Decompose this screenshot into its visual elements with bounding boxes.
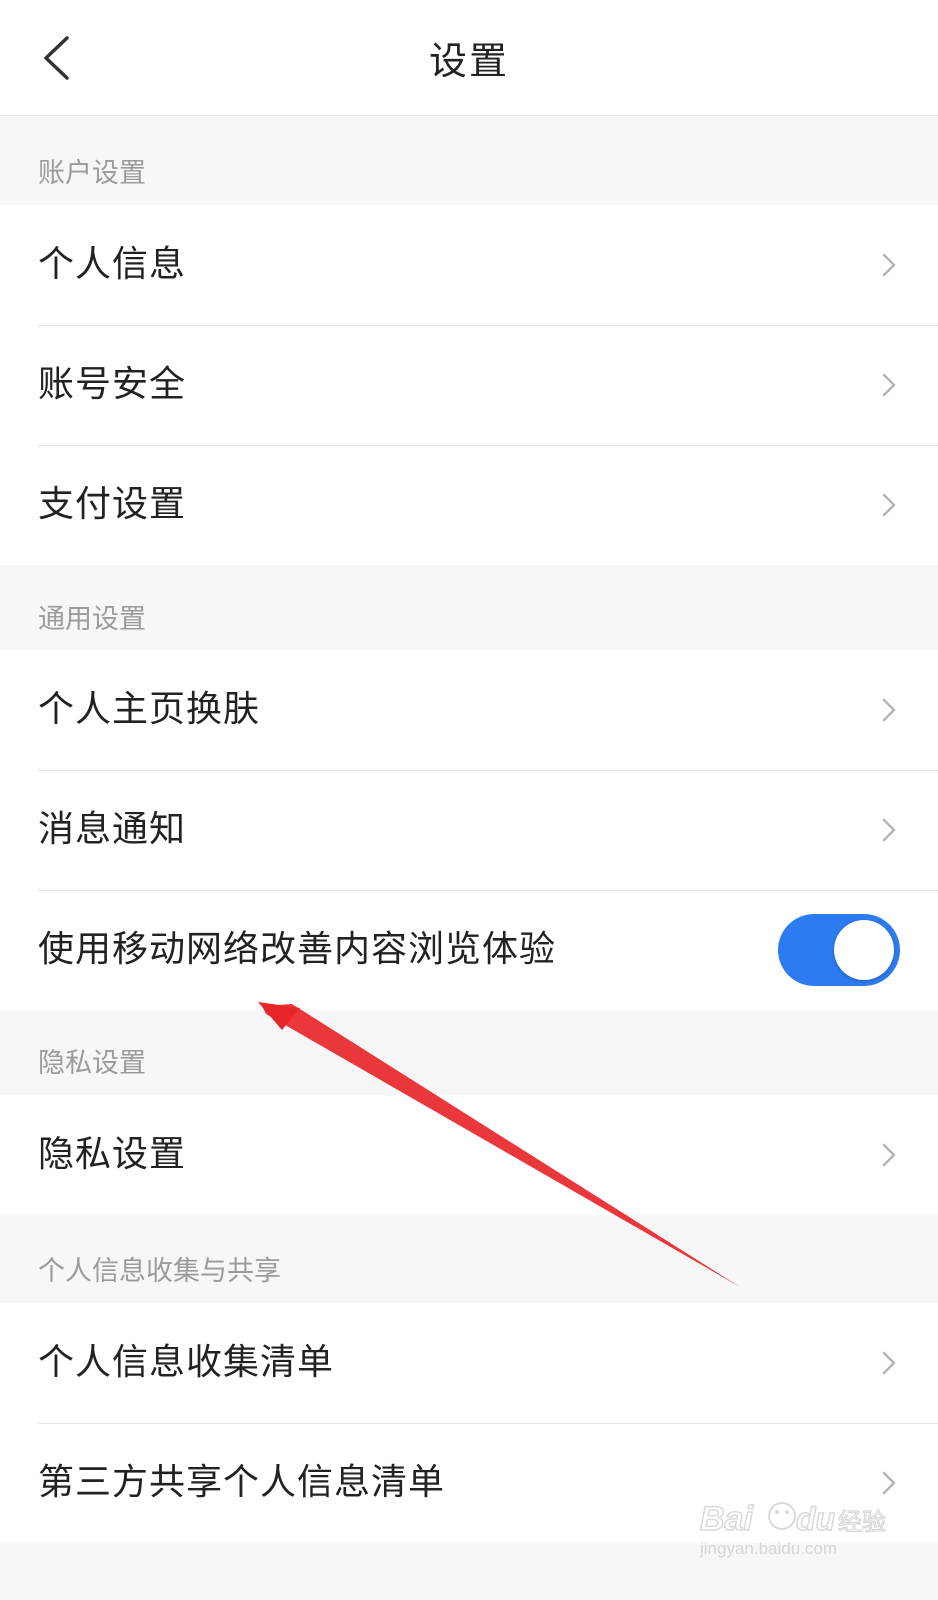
svg-text:du: du	[796, 1501, 835, 1537]
settings-item-label: 个人信息收集清单	[38, 1342, 335, 1383]
settings-screen: 设置 账户设置 个人信息 账号安全 支付设置 通用设置 个人主页换肤 消息通知 …	[0, 0, 938, 1600]
settings-item-label: 账号安全	[38, 364, 187, 405]
settings-item-label: 消息通知	[38, 809, 187, 850]
chevron-right-icon	[882, 1351, 896, 1375]
chevron-right-icon	[882, 1143, 896, 1167]
group-account: 个人信息 账号安全 支付设置	[0, 205, 938, 565]
svg-text:jingyan.baidu.com: jingyan.baidu.com	[699, 1539, 837, 1558]
top-bar: 设置	[0, 0, 938, 116]
settings-item-label: 第三方共享个人信息清单	[38, 1462, 446, 1503]
chevron-right-icon	[882, 698, 896, 722]
chevron-right-icon	[882, 493, 896, 517]
settings-item-mobile-network: 使用移动网络改善内容浏览体验	[0, 890, 938, 1010]
section-title-privacy: 隐私设置	[38, 1048, 146, 1079]
settings-item-payment[interactable]: 支付设置	[0, 445, 938, 565]
settings-item-label: 使用移动网络改善内容浏览体验	[38, 929, 557, 970]
mobile-network-toggle[interactable]	[778, 914, 900, 986]
settings-item-homepage-skin[interactable]: 个人主页换肤	[0, 650, 938, 770]
page-title: 设置	[428, 39, 509, 83]
settings-item-account-security[interactable]: 账号安全	[0, 325, 938, 445]
baidu-jingyan-watermark: Bai du 经验 jingyan.baidu.com	[699, 1499, 887, 1558]
toggle-knob	[834, 920, 894, 980]
settings-item-collection-list[interactable]: 个人信息收集清单	[0, 1303, 938, 1423]
settings-item-notifications[interactable]: 消息通知	[0, 770, 938, 890]
settings-item-label: 个人信息	[38, 244, 187, 285]
chevron-right-icon	[882, 253, 896, 277]
section-title-account: 账户设置	[38, 158, 146, 189]
section-title-personal-info: 个人信息收集与共享	[38, 1256, 281, 1287]
settings-item-label: 个人主页换肤	[38, 689, 261, 730]
chevron-right-icon	[882, 373, 896, 397]
section-title-general: 通用设置	[38, 604, 146, 635]
settings-item-label: 支付设置	[38, 484, 187, 525]
group-privacy: 隐私设置	[0, 1095, 938, 1215]
chevron-right-icon	[882, 818, 896, 842]
settings-item-privacy[interactable]: 隐私设置	[0, 1095, 938, 1215]
svg-text:经验: 经验	[838, 1508, 886, 1536]
settings-item-personal-info[interactable]: 个人信息	[0, 205, 938, 325]
settings-item-label: 隐私设置	[38, 1134, 187, 1175]
svg-text:Bai: Bai	[700, 1500, 754, 1538]
group-general: 个人主页换肤 消息通知 使用移动网络改善内容浏览体验	[0, 650, 938, 1010]
